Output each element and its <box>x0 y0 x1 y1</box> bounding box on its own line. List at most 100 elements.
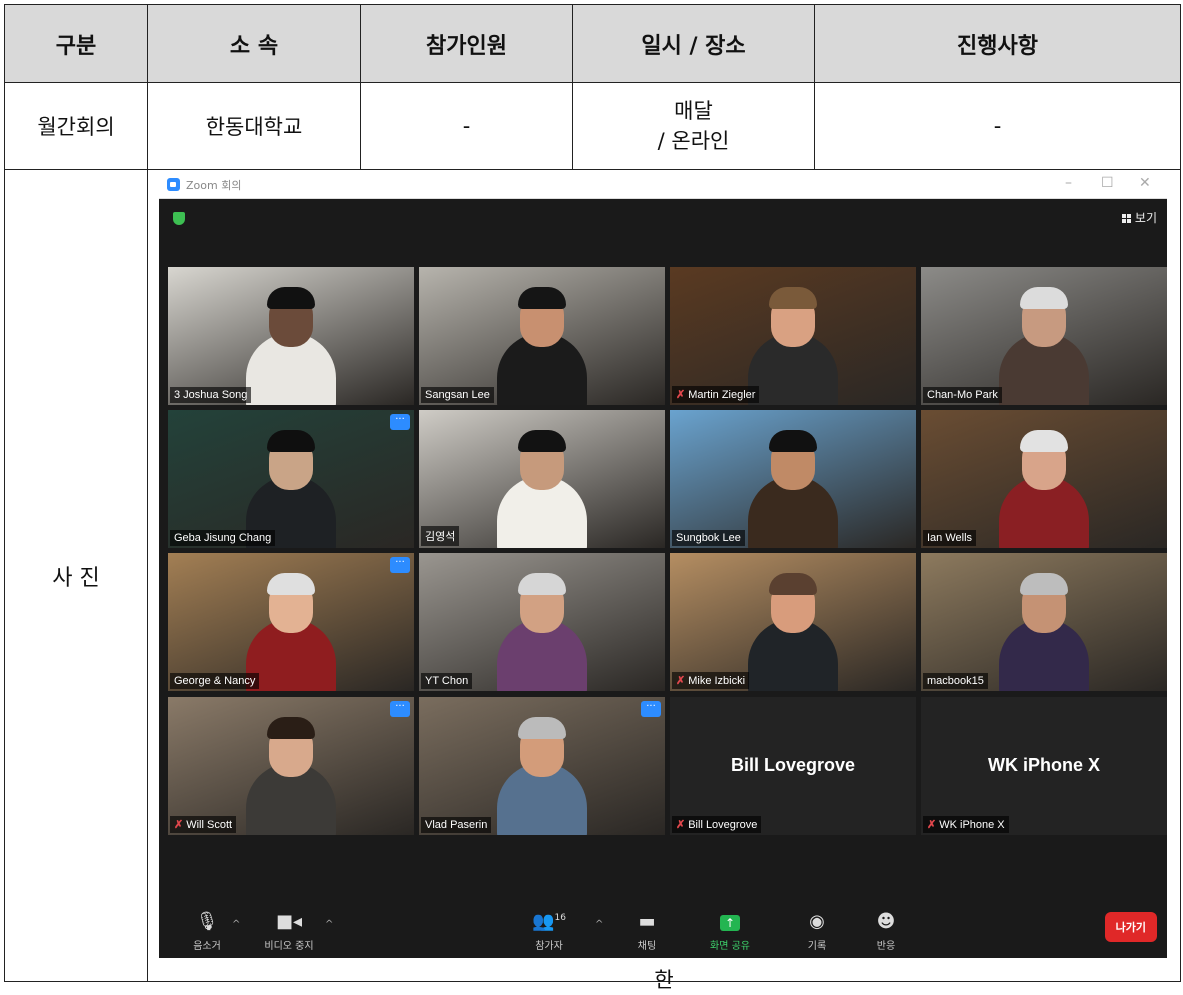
muted-microphone-icon: ✗ <box>676 675 686 687</box>
participants-label: 참가자 <box>535 941 563 952</box>
participant-hair <box>518 430 566 452</box>
view-label: 보기 <box>1134 211 1157 225</box>
mute-label: 음소거 <box>193 941 221 952</box>
participant-video-tile[interactable]: WK iPhone X ✗ WK iPhone X <box>921 697 1167 835</box>
reactions-label: 반응 <box>876 941 896 952</box>
participant-video-tile[interactable]: ✗ Mike Izbicki <box>670 553 916 691</box>
share-label: 화면 공유 <box>710 941 750 952</box>
video-feed <box>670 410 916 548</box>
participant-hair <box>518 573 566 595</box>
participant-video-tile[interactable]: Sangsan Lee <box>419 267 665 405</box>
view-button[interactable]: 보기 <box>1121 209 1157 226</box>
participant-video-tile[interactable]: ✗ Martin Ziegler <box>670 267 916 405</box>
participant-display-name: Bill Lovegrove <box>730 755 856 775</box>
participant-video-tile[interactable]: Bill Lovegrove ✗ Bill Lovegrove <box>670 697 916 835</box>
microphone-icon: 🎙 <box>195 911 219 932</box>
record-label: 기록 <box>807 941 827 952</box>
participant-name: YT Chon <box>425 675 469 687</box>
minimize-icon[interactable]: – <box>1065 175 1072 191</box>
record-icon: ◉ <box>809 911 825 932</box>
participant-hair <box>1020 573 1068 595</box>
more-options-icon[interactable]: ··· <box>390 557 410 573</box>
participant-name: Geba Jisung Chang <box>174 532 272 544</box>
participant-video-tile[interactable]: ··· Vlad Paserin <box>419 697 665 835</box>
more-options-icon[interactable]: ··· <box>641 701 661 717</box>
stop-video-button[interactable]: ■◂ 비디오 중지 <box>254 913 324 953</box>
schedule-location: / 온라인 <box>657 129 730 153</box>
participant-video-tile[interactable]: Ian Wells <box>921 410 1167 548</box>
record-button[interactable]: ◉ 기록 <box>797 911 837 953</box>
participant-name: Sungbok Lee <box>676 532 741 544</box>
video-options-chevron-icon[interactable]: ^ <box>325 919 333 930</box>
photo-caption: 한 <box>654 968 674 992</box>
leave-meeting-button[interactable]: 나가기 <box>1104 912 1157 942</box>
participant-name-tag: ✗ Bill Lovegrove <box>672 816 762 833</box>
meeting-report-document: 구분 소 속 참가인원 일시 / 장소 진행사항 월간회의 한동대학교 - 매달… <box>0 0 1183 995</box>
video-feed <box>670 267 916 405</box>
schedule-cell: 매달 / 온라인 <box>572 82 815 170</box>
participants-button[interactable]: 👥16 참가자 <box>524 909 574 953</box>
participants-count: 16 <box>554 913 566 923</box>
chat-label: 채팅 <box>637 941 657 952</box>
participant-name: 3 Joshua Song <box>174 389 248 401</box>
share-screen-icon: ↑ <box>720 915 740 931</box>
participant-video-tile[interactable]: Chan-Mo Park <box>921 267 1167 405</box>
header-progress: 진행사항 <box>814 4 1181 83</box>
audio-options-chevron-icon[interactable]: ^ <box>232 919 240 930</box>
reactions-button[interactable]: ☻ 반응 <box>866 911 906 953</box>
video-feed <box>921 267 1167 405</box>
reaction-smiley-icon: ☻ <box>876 911 896 932</box>
encryption-shield-icon[interactable] <box>173 212 185 225</box>
muted-microphone-icon: ✗ <box>676 389 686 401</box>
participant-name: Chan-Mo Park <box>927 389 998 401</box>
participants-options-chevron-icon[interactable]: ^ <box>595 919 603 930</box>
participant-name: 김영석 <box>425 531 456 543</box>
participant-name: macbook15 <box>927 675 984 687</box>
participant-name-tag: Vlad Paserin <box>421 817 492 833</box>
chat-button[interactable]: ▬ 채팅 <box>627 913 667 953</box>
participant-hair <box>267 717 315 739</box>
participant-hair <box>267 430 315 452</box>
muted-microphone-icon: ✗ <box>927 819 937 831</box>
video-feed <box>168 267 414 405</box>
video-feed <box>419 697 665 835</box>
participant-hair <box>518 717 566 739</box>
more-options-icon[interactable]: ··· <box>390 414 410 430</box>
participant-name: Sangsan Lee <box>425 389 490 401</box>
zoom-titlebar: Zoom 회의 – ☐ ✕ <box>159 171 1167 199</box>
mute-button[interactable]: 🎙 음소거 <box>187 911 227 953</box>
maximize-icon[interactable]: ☐ <box>1101 175 1114 191</box>
participant-video-tile[interactable]: ··· George & Nancy <box>168 553 414 691</box>
participant-video-tile[interactable]: macbook15 <box>921 553 1167 691</box>
participant-video-tile[interactable]: 3 Joshua Song <box>168 267 414 405</box>
participant-hair <box>769 573 817 595</box>
participant-video-tile[interactable]: 김영석 <box>419 410 665 548</box>
video-feed <box>168 553 414 691</box>
participant-video-tile[interactable]: ··· Geba Jisung Chang <box>168 410 414 548</box>
participant-hair <box>1020 430 1068 452</box>
video-feed <box>419 267 665 405</box>
photo-row: 사 진 Zoom 회의 – ☐ ✕ 보기 3 Joshua Song Sangsa… <box>4 169 1181 992</box>
participant-name: Ian Wells <box>927 532 973 544</box>
participant-name-tag: Chan-Mo Park <box>923 387 1002 403</box>
share-screen-button[interactable]: ↑ 화면 공유 <box>700 915 760 952</box>
participant-video-tile[interactable]: ··· ✗ Will Scott <box>168 697 414 835</box>
participant-name: WK iPhone X <box>939 819 1005 831</box>
more-options-icon[interactable]: ··· <box>390 701 410 717</box>
participant-name-tag: Sangsan Lee <box>421 387 494 403</box>
participant-name-tag: YT Chon <box>421 673 473 689</box>
participant-name-tag: macbook15 <box>923 673 988 689</box>
participant-display-name: WK iPhone X <box>988 755 1100 775</box>
zoom-window-title: Zoom 회의 <box>186 179 242 192</box>
participant-name-tag: Sungbok Lee <box>672 530 745 546</box>
close-icon[interactable]: ✕ <box>1139 175 1151 191</box>
video-feed <box>168 697 414 835</box>
video-feed <box>670 553 916 691</box>
participant-video-tile[interactable]: YT Chon <box>419 553 665 691</box>
participant-video-tile[interactable]: Sungbok Lee <box>670 410 916 548</box>
header-affiliation: 소 속 <box>147 4 361 83</box>
participant-name-tag: ✗ Martin Ziegler <box>672 386 760 403</box>
report-table: 구분 소 속 참가인원 일시 / 장소 진행사항 월간회의 한동대학교 - 매달… <box>4 4 1181 992</box>
muted-microphone-icon: ✗ <box>174 819 184 831</box>
participant-name: Martin Ziegler <box>688 389 756 401</box>
